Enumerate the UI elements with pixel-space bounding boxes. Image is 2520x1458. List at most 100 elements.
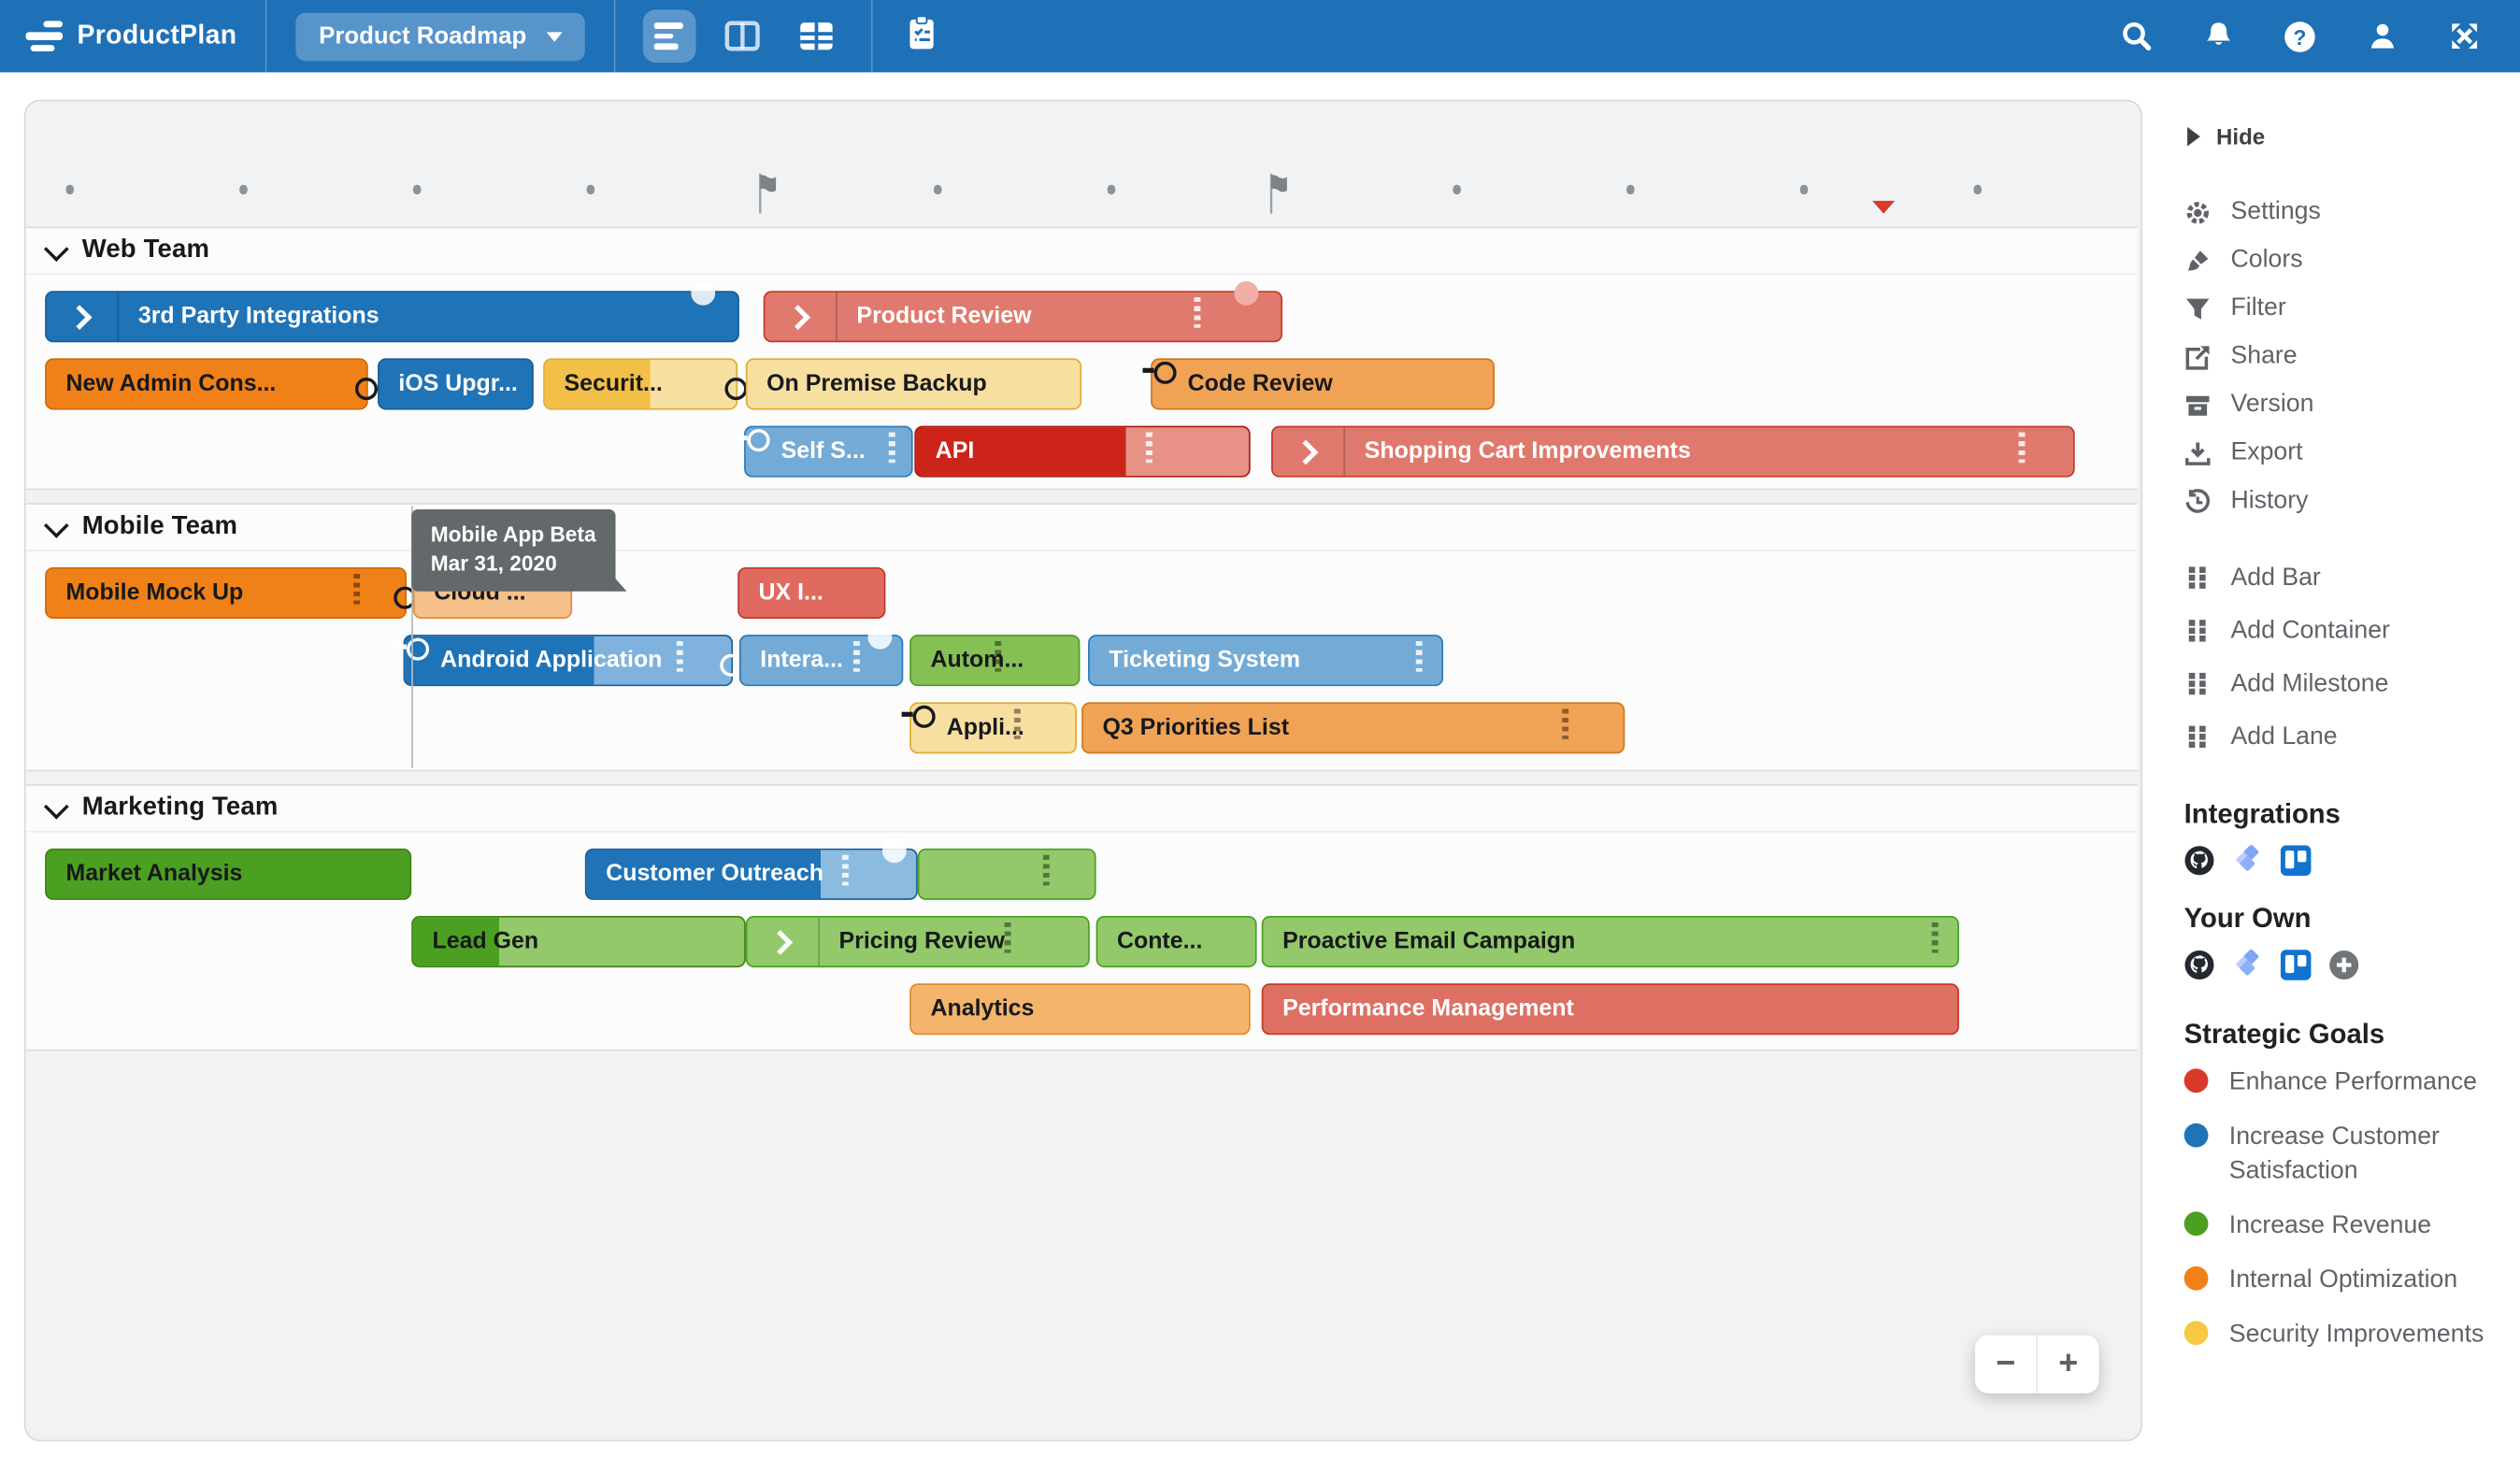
github-icon[interactable] (2184, 845, 2215, 876)
action-add-container[interactable]: Add Container (2184, 604, 2520, 657)
bar-analytics[interactable]: Analytics (909, 983, 1251, 1036)
drag-grip-icon[interactable] (352, 573, 361, 605)
dependency-link-icon[interactable] (724, 378, 759, 401)
zoom-out-button[interactable]: − (1975, 1335, 2039, 1394)
bar-mobile-mock-up[interactable]: Mobile Mock Up (45, 566, 428, 619)
comment-bubble-icon[interactable] (691, 280, 716, 306)
drag-grip-icon[interactable] (852, 641, 860, 672)
trello-icon[interactable] (2280, 950, 2312, 980)
menu-item-share[interactable]: Share (2184, 333, 2520, 381)
bar-ios-upgr[interactable]: iOS Upgr... (378, 358, 534, 410)
timeline-rows-view-button[interactable] (642, 9, 695, 64)
lane-header[interactable]: Marketing Team (25, 786, 2138, 833)
expand-icon[interactable] (2446, 19, 2482, 54)
user-icon[interactable] (2364, 19, 2399, 54)
drag-grip-icon[interactable] (1561, 708, 1569, 739)
notifications-bell-icon[interactable] (2200, 19, 2236, 54)
parking-lot-button[interactable] (904, 14, 938, 59)
bar-customer-outreach[interactable]: Customer Outreach (584, 838, 918, 900)
help-icon[interactable]: ? (2283, 19, 2318, 54)
bar-securit[interactable]: Securit... (543, 358, 759, 410)
columns-view-button[interactable] (716, 9, 769, 63)
drag-grip-icon[interactable] (1013, 708, 1021, 739)
bar-appli[interactable]: Appli... (901, 702, 1077, 754)
bar-ticketing-system[interactable]: Ticketing System (1088, 635, 1444, 687)
expand-container-button[interactable] (765, 292, 838, 341)
menu-item-history[interactable]: History (2184, 478, 2520, 526)
bar-code-review[interactable]: Code Review (1142, 358, 1496, 410)
bar-bar[interactable] (917, 848, 1096, 900)
bar-label: Q3 Priorities List (1102, 715, 1290, 741)
dependency-link-icon[interactable] (1142, 361, 1177, 384)
search-icon[interactable] (2118, 19, 2154, 54)
menu-item-colors[interactable]: Colors (2184, 236, 2520, 285)
bar-ux-i[interactable]: UX I... (737, 566, 886, 619)
bar-new-admin-cons[interactable]: New Admin Cons... (45, 358, 390, 410)
jira-icon[interactable] (2232, 950, 2263, 980)
dependency-link-icon[interactable] (354, 378, 390, 401)
table-view-button[interactable] (790, 9, 843, 63)
drag-grip-icon[interactable] (1414, 641, 1423, 672)
drag-grip-icon[interactable] (1193, 297, 1201, 328)
bar-product-review[interactable]: Product Review (763, 280, 1283, 343)
bar-self-s[interactable]: Self S... (736, 425, 913, 478)
bar-market-analysis[interactable]: Market Analysis (45, 848, 412, 900)
menu-item-label: Share (2230, 342, 2298, 370)
trello-icon[interactable] (2280, 845, 2312, 877)
dependency-link-icon[interactable] (394, 637, 430, 661)
bar-performance-management[interactable]: Performance Management (1261, 983, 1959, 1036)
milestone-flag-icon[interactable] (1267, 172, 1293, 214)
menu-item-export[interactable]: Export (2184, 429, 2520, 478)
chevron-down-icon[interactable] (43, 512, 69, 537)
expand-container-button[interactable] (47, 292, 120, 341)
bar-conte[interactable]: Conte... (1095, 916, 1257, 968)
action-add-bar[interactable]: Add Bar (2184, 551, 2520, 605)
drag-grip-icon[interactable] (1042, 854, 1050, 886)
drag-grip-icon[interactable] (1930, 922, 1939, 953)
comment-bubble-icon[interactable] (867, 624, 893, 650)
menu-item-settings[interactable]: Settings (2184, 188, 2520, 236)
lane-header[interactable]: Web Team (25, 228, 2138, 276)
action-add-milestone[interactable]: Add Milestone (2184, 657, 2520, 710)
bar-3rd-party-integrations[interactable]: 3rd Party Integrations (45, 280, 739, 343)
action-add-lane[interactable]: Add Lane (2184, 710, 2520, 764)
dependency-link-icon[interactable] (901, 705, 936, 728)
chevron-down-icon[interactable] (43, 793, 69, 819)
github-icon[interactable] (2184, 950, 2215, 980)
today-marker-icon (1872, 200, 1896, 214)
bar-label: Performance Management (1282, 996, 1574, 1022)
drag-grip-icon[interactable] (676, 641, 683, 672)
bar-autom[interactable]: Autom... (909, 635, 1081, 687)
drag-grip-icon[interactable] (1003, 922, 1011, 953)
bar-api[interactable]: API (914, 425, 1251, 478)
drag-grip-icon[interactable] (1145, 432, 1153, 464)
bar-proactive-email-campaign[interactable]: Proactive Email Campaign (1261, 916, 1959, 968)
brand[interactable]: ProductPlan (0, 21, 265, 52)
bar-shopping-cart-improvements[interactable]: Shopping Cart Improvements (1271, 425, 2075, 478)
drag-grip-icon[interactable] (841, 854, 849, 886)
expand-container-button[interactable] (1273, 427, 1346, 476)
milestone-flag-icon[interactable] (755, 172, 781, 214)
comment-bubble-icon[interactable] (1234, 280, 1259, 306)
chevron-down-icon[interactable] (43, 236, 69, 262)
hide-sidebar-button[interactable]: Hide (2187, 123, 2520, 150)
bar-q3-priorities-list[interactable]: Q3 Priorities List (1081, 702, 1625, 754)
bar-on-premise-backup[interactable]: On Premise Backup (745, 358, 1082, 410)
roadmap-selector-dropdown[interactable]: Product Roadmap (296, 11, 585, 61)
plus-circle-icon[interactable] (2328, 950, 2359, 980)
drag-grip-icon[interactable] (887, 432, 895, 464)
jira-icon[interactable] (2232, 845, 2263, 876)
bar-android-application[interactable]: Android Application (394, 635, 754, 687)
bar-lead-gen[interactable]: Lead Gen (411, 916, 746, 968)
menu-item-version[interactable]: Version (2184, 380, 2520, 429)
drag-grip-icon[interactable] (994, 641, 1002, 672)
lane-header[interactable]: Mobile Team (25, 505, 2138, 551)
expand-container-button[interactable] (748, 917, 820, 966)
comment-bubble-icon[interactable] (881, 838, 907, 864)
menu-item-filter[interactable]: Filter (2184, 284, 2520, 333)
dependency-link-icon[interactable] (736, 429, 770, 452)
bar-pricing-review[interactable]: Pricing Review (745, 916, 1090, 968)
drag-grip-icon[interactable] (2017, 432, 2026, 464)
bar-intera[interactable]: Intera... (738, 624, 904, 687)
zoom-in-button[interactable]: + (2038, 1335, 2099, 1394)
